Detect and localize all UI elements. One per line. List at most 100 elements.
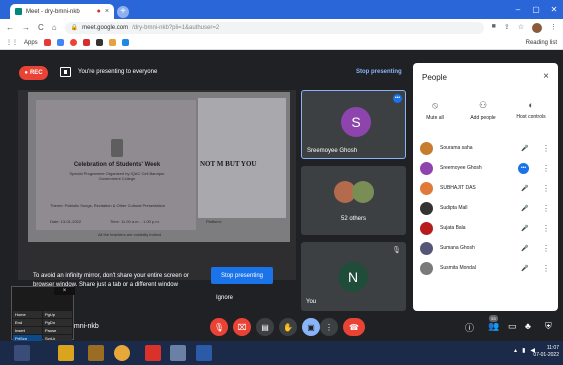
more-vert-icon[interactable]: ⋮ <box>542 144 550 153</box>
word-icon[interactable] <box>196 345 212 361</box>
file-explorer-icon[interactable] <box>58 345 74 361</box>
share-icon[interactable]: ⇪ <box>504 23 510 33</box>
menu-dots-icon[interactable]: ⋮ <box>550 23 557 33</box>
forward-arrow-icon[interactable]: → <box>22 23 30 32</box>
participant-row[interactable]: Sumana Ghosh 🎤 ⋮ <box>413 238 558 258</box>
bookmark-icon[interactable] <box>121 39 129 46</box>
minimize-icon[interactable]: – <box>509 0 527 19</box>
profile-avatar[interactable] <box>532 22 542 33</box>
window-close-icon[interactable]: ✕ <box>545 0 563 19</box>
mic-off-icon[interactable]: 🎤 <box>521 205 528 212</box>
stop-presenting-link[interactable]: Stop presenting <box>356 69 402 75</box>
more-vert-icon[interactable]: ⋮ <box>542 224 550 233</box>
others-tile[interactable]: 52 others <box>301 166 406 235</box>
captions-button[interactable]: ▤ <box>256 318 274 336</box>
reading-list-button[interactable]: Reading list <box>526 40 557 46</box>
present-screen-icon <box>60 67 71 77</box>
raise-hand-button[interactable]: ✋ <box>279 318 297 336</box>
participant-row[interactable]: Sudipta Mall 🎤 ⋮ <box>413 198 558 218</box>
osk-key[interactable]: Home <box>13 311 42 318</box>
add-people-button[interactable]: ⚇ Add people <box>461 100 505 121</box>
youtube-bookmark-icon[interactable] <box>43 39 51 46</box>
osk-key[interactable]: Insert <box>13 327 42 334</box>
tab-close-icon[interactable]: × <box>105 8 109 15</box>
start-icon[interactable] <box>14 345 30 361</box>
reload-icon[interactable]: C <box>38 23 44 32</box>
mic-off-icon[interactable]: 🎤 <box>521 265 528 272</box>
participant-row[interactable]: Susmita Mondal 🎤 ⋮ <box>413 258 558 278</box>
more-vert-icon[interactable]: ⋮ <box>542 264 550 273</box>
self-tile[interactable]: 🎙 N You <box>301 242 406 311</box>
osk-key[interactable]: PgDn <box>43 319 72 326</box>
mute-all-button[interactable]: ⦸ Mute all <box>413 100 457 121</box>
bookmark-icon[interactable] <box>108 39 116 46</box>
participant-name: Sujata Bala <box>440 225 466 231</box>
osk-key[interactable]: End <box>13 319 42 326</box>
more-options-button[interactable]: ⋮ <box>320 318 338 336</box>
more-vert-icon[interactable]: ⋮ <box>542 164 550 173</box>
participant-row[interactable]: Sreemoyee Ghosh ••• ⋮ <box>413 158 558 178</box>
osk-key[interactable]: Pause <box>43 327 72 334</box>
slide-title: Celebration of Students' Week <box>73 162 161 168</box>
slide-event: Theme: Patriotic Songs, Recitation & Oth… <box>50 203 165 208</box>
meet-favicon-icon <box>15 8 22 15</box>
people-icon[interactable]: 👥 <box>488 321 499 332</box>
osk-close-icon[interactable]: × <box>54 287 75 295</box>
mic-off-icon[interactable]: 🎤 <box>521 185 528 192</box>
home-icon[interactable]: ⌂ <box>52 23 57 32</box>
apps-label[interactable]: Apps <box>24 40 38 46</box>
camera-icon[interactable]: ■ <box>492 23 496 33</box>
recording-indicator[interactable]: ● REC <box>19 66 48 80</box>
chat-icon[interactable]: ▭ <box>508 321 517 332</box>
network-icon[interactable]: ▮ <box>522 347 525 354</box>
stop-presenting-button[interactable]: Stop presenting <box>211 267 273 284</box>
captions-icon: ▤ <box>261 322 269 332</box>
maximize-icon[interactable]: ▢ <box>527 0 545 19</box>
google-bookmark-icon[interactable] <box>56 39 64 46</box>
close-panel-icon[interactable]: × <box>543 71 549 82</box>
tray-arrow-icon[interactable]: ▴ <box>514 347 517 354</box>
browser-tab-meet[interactable]: Meet - dry-bmni-nkb ● × <box>10 4 114 19</box>
bookmark-icon[interactable] <box>82 39 90 46</box>
notes-icon[interactable] <box>170 345 186 361</box>
pdf-reader-icon[interactable] <box>145 345 161 361</box>
avatar <box>420 241 433 255</box>
avatar <box>420 201 433 215</box>
participant-tile[interactable]: ••• S Sreemoyee Ghosh <box>301 90 406 159</box>
participant-row[interactable]: Sujata Bala 🎤 ⋮ <box>413 218 558 238</box>
mic-toggle-button[interactable]: 🎙 <box>210 318 228 336</box>
participant-name: Sourama saha <box>440 145 473 151</box>
host-safety-icon[interactable]: ⛨ <box>545 321 552 332</box>
more-vert-icon[interactable]: ⋮ <box>542 204 550 213</box>
camera-toggle-button[interactable]: ⌧ <box>233 318 251 336</box>
bookmark-icon[interactable] <box>95 39 103 46</box>
osk-key[interactable]: PgUp <box>43 311 72 318</box>
hang-up-icon: ☎ <box>349 322 359 332</box>
new-tab-button[interactable]: + <box>117 6 129 18</box>
info-icon[interactable]: ⓘ <box>465 321 474 334</box>
leave-call-button[interactable]: ☎ <box>343 318 365 336</box>
apps-grid-icon[interactable]: ⋮⋮ <box>6 39 18 46</box>
participant-row[interactable]: Sourama saha 🎤 ⋮ <box>413 138 558 158</box>
present-icon: ▣ <box>307 322 315 332</box>
clock[interactable]: 11:07 07-01-2022 <box>533 345 559 359</box>
rec-label: REC <box>29 70 43 76</box>
url-path: /dry-bmni-nkb?pli=1&authuser=2 <box>132 24 220 31</box>
bookmark-icon[interactable] <box>69 39 77 46</box>
mic-off-icon[interactable]: 🎤 <box>521 225 528 232</box>
present-button[interactable]: ▣ <box>302 318 320 336</box>
star-icon[interactable]: ☆ <box>518 23 524 33</box>
host-controls-button[interactable]: ◐ Host controls <box>509 100 553 120</box>
ignore-button[interactable]: Ignore <box>216 295 233 301</box>
more-vert-icon[interactable]: ⋮ <box>542 184 550 193</box>
participant-row[interactable]: SUBHAJIT DAS 🎤 ⋮ <box>413 178 558 198</box>
more-vert-icon[interactable]: ⋮ <box>542 244 550 253</box>
mic-off-icon[interactable]: 🎤 <box>521 145 528 152</box>
activities-icon[interactable]: ♣ <box>525 321 531 331</box>
more-options-icon[interactable]: ••• <box>393 94 402 103</box>
url-input[interactable]: 🔒 meet.google.com/dry-bmni-nkb?pli=1&aut… <box>64 21 484 34</box>
back-arrow-icon[interactable]: ← <box>6 23 14 32</box>
mic-off-icon[interactable]: 🎤 <box>521 245 528 252</box>
chrome-icon[interactable] <box>114 345 130 361</box>
media-player-icon[interactable] <box>88 345 104 361</box>
